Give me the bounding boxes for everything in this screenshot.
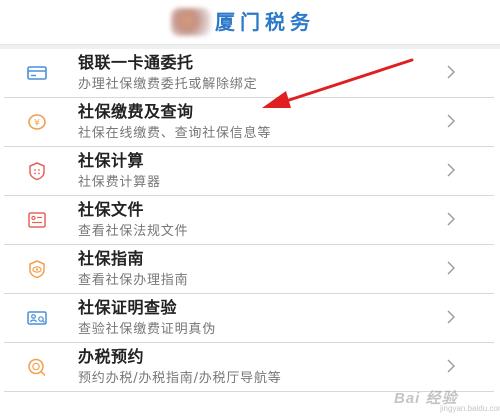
certificate-verify-icon: [27, 311, 47, 325]
menu-item-payment-query[interactable]: ¥ 社保缴费及查询 社保在线缴费、查询社保信息等: [4, 98, 494, 147]
menu-item-title: 社保计算: [78, 151, 145, 170]
calculator-icon: [29, 162, 45, 181]
menu-item-title: 银联一卡通委托: [78, 53, 194, 72]
menu-item-description: 查看社保办理指南: [78, 273, 189, 288]
menu-item-title: 社保缴费及查询: [78, 102, 194, 121]
menu-item-description: 社保费计算器: [78, 175, 161, 190]
menu-item-calculator[interactable]: 社保计算 社保费计算器: [4, 147, 494, 196]
menu-item-description: 查看社保法规文件: [78, 224, 189, 239]
menu-item-unionpay-card[interactable]: 银联一卡通委托 办理社保缴费委托或解除绑定: [4, 49, 494, 98]
chevron-right-icon: [447, 261, 455, 275]
menu-item-title: 社保文件: [78, 200, 145, 219]
guide-eye-icon: [29, 260, 45, 279]
chevron-right-icon: [447, 212, 455, 226]
chevron-right-icon: [447, 65, 455, 79]
chevron-right-icon: [447, 163, 455, 177]
card-icon: [27, 66, 47, 80]
menu-item-description: 查验社保缴费证明真伪: [78, 322, 217, 337]
header-bar: 厦门税务: [0, 0, 500, 45]
page-title: 厦门税务: [215, 10, 315, 34]
avatar: [171, 8, 211, 36]
watermark-url: jingyan.baidu.com: [440, 404, 500, 413]
menu-item-title: 社保指南: [78, 249, 145, 268]
menu-item-title: 办税预约: [78, 347, 145, 366]
menu-list: 银联一卡通委托 办理社保缴费委托或解除绑定 ¥ 社保缴费及查询 社保在线缴费、查…: [0, 49, 500, 392]
chevron-right-icon: [447, 359, 455, 373]
payment-query-icon: ¥: [28, 114, 46, 130]
chevron-right-icon: [447, 114, 455, 128]
menu-item-description: 社保在线缴费、查询社保信息等: [78, 126, 272, 141]
svg-text:¥: ¥: [34, 119, 40, 129]
chevron-right-icon: [447, 310, 455, 324]
document-icon: [28, 212, 46, 228]
menu-item-guide[interactable]: 社保指南 查看社保办理指南: [4, 245, 494, 294]
menu-item-title: 社保证明查验: [78, 298, 178, 317]
appointment-icon: [28, 358, 46, 377]
menu-item-description: 办理社保缴费委托或解除绑定: [78, 77, 258, 92]
menu-item-certificate-verify[interactable]: 社保证明查验 查验社保缴费证明真伪: [4, 294, 494, 343]
menu-item-description: 预约办税/办税指南/办税厅导航等: [78, 371, 282, 386]
menu-item-appointment[interactable]: 办税预约 预约办税/办税指南/办税厅导航等: [4, 343, 494, 392]
menu-item-documents[interactable]: 社保文件 查看社保法规文件: [4, 196, 494, 245]
app-screen: 厦门税务 银联一卡通委托 办理社保缴费委托或解除绑定 ¥ 社保缴费及查询 社保在…: [0, 0, 500, 417]
